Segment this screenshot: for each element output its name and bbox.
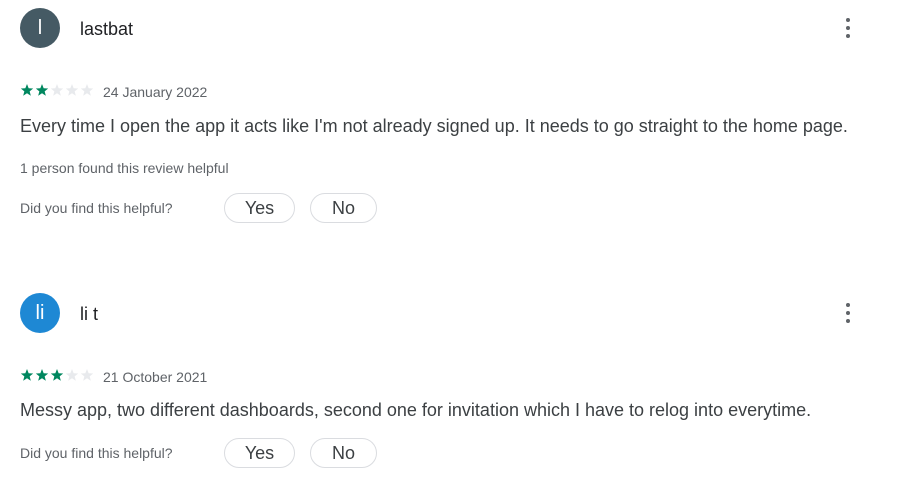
review-text: Every time I open the app it acts like I… xyxy=(20,116,848,136)
reviewer-name: lastbat xyxy=(80,19,134,39)
helpful-question: Did you find this helpful? xyxy=(20,200,173,216)
star-rating xyxy=(20,83,96,97)
star-filled-icon xyxy=(35,369,49,381)
review-text: Messy app, two different dashboards, sec… xyxy=(20,400,812,420)
no-button[interactable]: No xyxy=(310,438,377,468)
review-card: li li t 21 October 2021 Messy app, two d… xyxy=(0,285,901,487)
stars-svg xyxy=(20,369,94,381)
star-filled-icon xyxy=(20,369,34,381)
star-empty-icon xyxy=(65,369,79,381)
star-empty-icon xyxy=(80,369,94,381)
star-rating xyxy=(20,368,96,382)
star-filled-icon xyxy=(50,369,64,381)
star-empty-icon xyxy=(50,84,64,96)
review-date: 21 October 2021 xyxy=(103,369,208,385)
reviewer-name: li t xyxy=(80,304,98,324)
review-card: l lastbat 24 January 2022 Every time I o… xyxy=(0,0,901,240)
yes-button[interactable]: Yes xyxy=(224,193,295,223)
star-empty-icon xyxy=(80,84,94,96)
no-button[interactable]: No xyxy=(310,193,377,223)
avatar: li xyxy=(20,293,60,333)
star-empty-icon xyxy=(65,84,79,96)
more-options-icon[interactable] xyxy=(836,301,860,325)
helpful-question: Did you find this helpful? xyxy=(20,445,173,461)
star-filled-icon xyxy=(35,84,49,96)
review-date: 24 January 2022 xyxy=(103,84,208,100)
star-filled-icon xyxy=(20,84,34,96)
avatar: l xyxy=(20,8,60,48)
helpful-count: 1 person found this review helpful xyxy=(20,160,229,176)
stars-svg xyxy=(20,84,94,96)
yes-button[interactable]: Yes xyxy=(224,438,295,468)
more-options-icon[interactable] xyxy=(836,16,860,40)
